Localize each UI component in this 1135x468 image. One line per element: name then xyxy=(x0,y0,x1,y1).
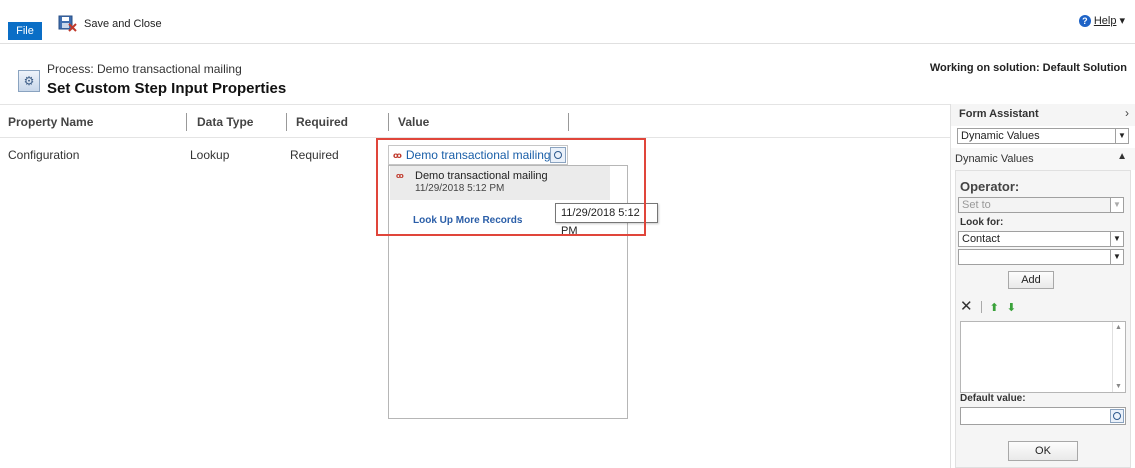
default-value-label: Default value: xyxy=(960,393,1026,404)
column-separator xyxy=(388,113,389,131)
form-assistant-header: Form Assistant › xyxy=(951,104,1135,126)
dynamic-values-label: Dynamic Values xyxy=(955,153,1034,165)
lookup-search-icon[interactable] xyxy=(1110,409,1124,423)
column-header-data-type[interactable]: Data Type xyxy=(197,105,253,139)
move-down-icon[interactable]: ⬇ xyxy=(1007,301,1016,314)
chevron-down-icon: ▾ xyxy=(1119,15,1125,27)
look-for-value: Contact xyxy=(962,233,1000,245)
list-toolbar: ✕ ⬆ ⬇ xyxy=(960,299,1016,315)
process-icon: ⚙ xyxy=(18,70,40,92)
grid-header: Property Name Data Type Required Value xyxy=(0,104,950,138)
dynamic-values-header[interactable]: Dynamic Values ▲ xyxy=(951,148,1135,170)
column-header-property-name[interactable]: Property Name xyxy=(8,105,93,139)
form-assistant-title: Form Assistant xyxy=(959,108,1039,120)
help-menu[interactable]: ? Help ▾ xyxy=(1078,14,1125,27)
highlight-box xyxy=(376,138,646,236)
operator-value: Set to xyxy=(962,199,991,211)
chevron-down-icon: ▼ xyxy=(1110,250,1123,264)
chevron-down-icon: ▼ xyxy=(1110,232,1123,246)
process-subtitle: Process: Demo transactional mailing xyxy=(47,62,242,76)
help-icon: ? xyxy=(1078,14,1091,27)
form-assistant-select[interactable]: Dynamic Values ▼ xyxy=(957,128,1129,144)
page-title: Set Custom Step Input Properties xyxy=(47,80,287,97)
delete-icon[interactable]: ✕ xyxy=(960,299,973,315)
cell-required: Required xyxy=(290,148,339,162)
dynamic-values-box: Operator: Set to ▼ Look for: Contact ▼ ▼… xyxy=(955,170,1131,468)
move-up-icon[interactable]: ⬆ xyxy=(990,301,999,314)
cell-property-name: Configuration xyxy=(8,148,80,162)
help-label: Help xyxy=(1093,14,1117,27)
default-value-input[interactable] xyxy=(960,407,1126,425)
look-for-select[interactable]: Contact ▼ xyxy=(958,231,1124,247)
save-close-icon xyxy=(58,15,78,33)
ribbon: File Save and Close ? Help ▾ xyxy=(0,0,1135,44)
scrollbar[interactable]: ▲ ▼ xyxy=(1112,322,1125,392)
chevron-down-icon: ▼ xyxy=(1115,129,1128,143)
chevron-down-icon: ▼ xyxy=(1110,198,1123,212)
chevron-right-icon[interactable]: › xyxy=(1125,106,1129,120)
operator-select: Set to ▼ xyxy=(958,197,1124,213)
ok-button[interactable]: OK xyxy=(1008,441,1078,461)
file-button[interactable]: File xyxy=(8,22,42,40)
add-button[interactable]: Add xyxy=(1008,271,1054,289)
column-separator xyxy=(186,113,187,131)
operator-label: Operator: xyxy=(960,179,1020,194)
save-and-close-label: Save and Close xyxy=(84,18,162,30)
solution-label: Working on solution: Default Solution xyxy=(929,62,1127,74)
column-header-required[interactable]: Required xyxy=(296,105,348,139)
form-assistant-select-value: Dynamic Values xyxy=(961,130,1040,142)
column-separator xyxy=(568,113,569,131)
look-for-label: Look for: xyxy=(960,217,1004,228)
scroll-down-icon[interactable]: ▼ xyxy=(1115,383,1122,390)
collapse-icon[interactable]: ▲ xyxy=(1117,151,1127,162)
dynamic-values-list[interactable]: ▲ ▼ xyxy=(960,321,1126,393)
cell-data-type: Lookup xyxy=(190,148,230,162)
toolbar-separator xyxy=(980,301,982,313)
form-assistant-panel: Form Assistant › Dynamic Values ▼ Dynami… xyxy=(951,104,1135,468)
column-separator xyxy=(286,113,287,131)
save-and-close-button[interactable]: Save and Close xyxy=(58,14,162,34)
column-header-value[interactable]: Value xyxy=(398,105,429,139)
scroll-up-icon[interactable]: ▲ xyxy=(1115,324,1122,331)
attribute-select[interactable]: ▼ xyxy=(958,249,1124,265)
